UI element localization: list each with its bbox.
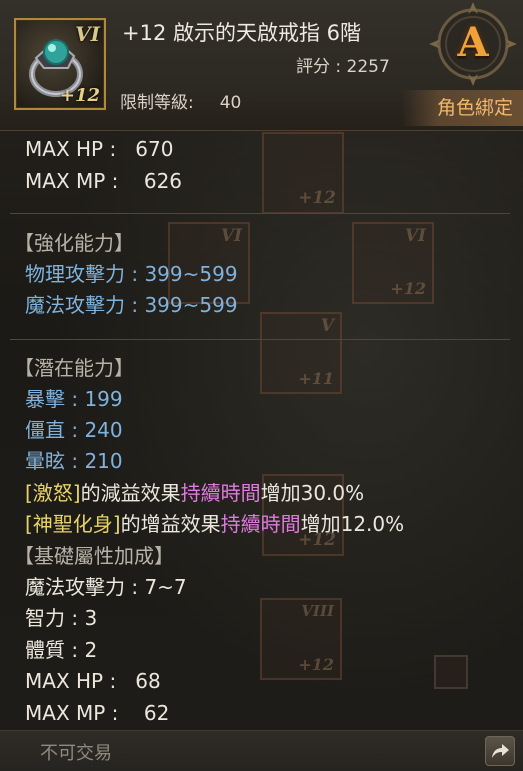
share-button[interactable] <box>485 736 515 766</box>
potential-stat-crit: 暴擊 : 199 <box>25 387 123 411</box>
item-name: +12 啟示的天啟戒指 6階 <box>122 21 362 45</box>
divider <box>10 213 510 214</box>
basic-stat-magic-attack: 魔法攻擊力 : 7~7 <box>25 575 187 599</box>
divider <box>10 339 510 340</box>
potential-stat-stiffness: 僵直 : 240 <box>25 418 123 442</box>
enhance-badge: +12 <box>59 85 100 106</box>
emerald-ring-icon: VI +12 <box>14 18 106 110</box>
share-arrow-icon <box>492 744 509 758</box>
grade-emblem: A <box>424 2 522 92</box>
enhance-stat-physical: 物理攻擊力 : 399~599 <box>25 262 238 286</box>
tier-badge: VI <box>75 22 100 46</box>
background-item-slot: VIII +12 <box>260 598 342 680</box>
potential-effect-rage: [激怒]的減益效果持續時間增加30.0% <box>25 481 365 505</box>
background-item-slot: +12 <box>262 132 344 214</box>
base-stat-hp: MAX HP : 670 <box>25 137 174 161</box>
tooltip-header: VI +12 +12 啟示的天啟戒指 6階 評分 : 2257 限制等級: 40 … <box>0 0 523 131</box>
basic-stat-hp: MAX HP : 68 <box>25 669 161 693</box>
level-label: 限制等級: <box>120 93 194 113</box>
background-item-slot: VI +12 <box>352 222 434 304</box>
potential-stat-stun: 暈眩 : 210 <box>25 449 123 473</box>
background-slot-icon <box>434 655 468 689</box>
basic-stat-int: 智力 : 3 <box>25 606 98 630</box>
basic-stat-vit: 體質 : 2 <box>25 638 98 662</box>
trade-status: 不可交易 <box>40 743 112 764</box>
bind-status: 角色綁定 <box>402 90 523 126</box>
background-item-slot: V +11 <box>260 312 342 394</box>
tooltip-footer: 不可交易 <box>0 730 523 771</box>
grade-letter: A <box>457 19 489 66</box>
section-title-potential: 【潛在能力】 <box>14 356 134 380</box>
potential-effect-holy-avatar: [神聖化身]的增益效果持續時間增加12.0% <box>25 512 405 536</box>
item-score: 評分 : 2257 <box>296 57 390 77</box>
enhance-stat-magic: 魔法攻擊力 : 399~599 <box>25 293 238 317</box>
section-title-basic: 【基礎屬性加成】 <box>14 544 174 568</box>
basic-stat-mp: MAX MP : 62 <box>25 701 170 725</box>
section-title-enhance: 【強化能力】 <box>14 231 134 255</box>
item-tooltip-panel: +12 VI VI +12 V +11 +12 VIII +12 VI +12 <box>0 0 523 771</box>
level-requirement: 限制等級: 40 <box>120 88 241 113</box>
level-value: 40 <box>219 93 242 113</box>
base-stat-mp: MAX MP : 626 <box>25 169 183 193</box>
